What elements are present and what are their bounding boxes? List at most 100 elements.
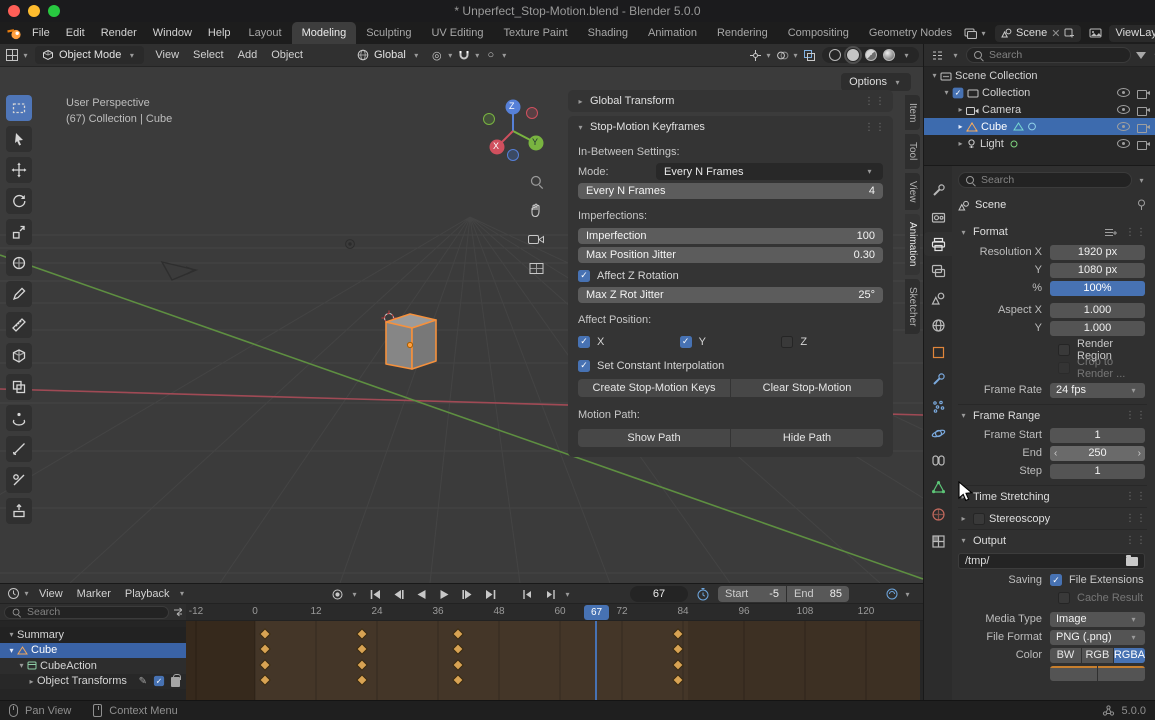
physics-properties-tab[interactable] [924, 421, 952, 445]
outliner-row-cube[interactable]: ▸ Cube [924, 118, 1155, 135]
xray-toggle-icon[interactable] [801, 47, 817, 63]
global-transform-header[interactable]: ▸ Global Transform ⋮⋮ [568, 90, 893, 112]
tool-properties-tab[interactable] [924, 178, 952, 202]
overlays-icon[interactable] [774, 47, 790, 63]
timeline-menu-playback[interactable]: Playback [118, 588, 177, 600]
max-z-rot-jitter-slider[interactable]: Max Z Rot Jitter 25° [578, 287, 883, 303]
mode-dropdown[interactable]: Object Mode ▾ [35, 46, 145, 64]
menu-edit[interactable]: Edit [58, 22, 93, 44]
channel-row-summary[interactable]: ▾ Summary [0, 627, 186, 643]
show-path-button[interactable]: Show Path [578, 429, 730, 447]
frame-rate-dropdown[interactable]: 24 fps ▾ [1050, 382, 1145, 398]
channel-row-cube-action[interactable]: ▾ CubeAction [0, 658, 186, 674]
snap-magnet-icon[interactable] [456, 47, 472, 63]
scene-properties-tab[interactable] [924, 286, 952, 310]
channel-row-object-transforms[interactable]: ▸ Object Transforms ✎ [0, 673, 186, 689]
outliner-row-collection[interactable]: ▾ Collection [924, 84, 1155, 101]
box-select-tool[interactable] [6, 95, 32, 121]
object-properties-tab[interactable] [924, 340, 952, 364]
workspace-tab-animation[interactable]: Animation [638, 22, 707, 44]
auto-keying-icon[interactable] [330, 587, 345, 602]
toggle-perspective-icon[interactable] [527, 259, 545, 277]
clear-stop-motion-button[interactable]: Clear Stop-Motion [731, 379, 883, 397]
expand-icon[interactable]: ▾ [941, 88, 952, 97]
lock-icon[interactable] [171, 674, 181, 688]
menu-window[interactable]: Window [145, 22, 200, 44]
spin-tool[interactable] [6, 405, 32, 431]
hide-path-button[interactable]: Hide Path [731, 429, 883, 447]
stop-motion-header[interactable]: ▾ Stop-Motion Keyframes ⋮⋮ [568, 116, 893, 138]
shading-rendered-icon[interactable] [883, 49, 895, 61]
output-panel-header[interactable]: ▾ Output ⋮⋮ [958, 529, 1147, 551]
timeline-ruler[interactable]: -12 0 12 24 36 48 60 72 84 96 108 120 [186, 604, 923, 621]
playback-sync-icon[interactable] [885, 587, 899, 604]
sidebar-tab-item[interactable]: Item [905, 95, 920, 131]
extrude-tool[interactable] [6, 498, 32, 524]
current-frame-badge[interactable]: 67 [584, 605, 609, 620]
particles-properties-tab[interactable] [924, 394, 952, 418]
hide-eye-icon[interactable] [1117, 88, 1130, 97]
workspace-tab-sculpting[interactable]: Sculpting [356, 22, 421, 44]
axis-x-checkbox[interactable] [578, 335, 590, 348]
pan-hand-icon[interactable] [527, 201, 545, 219]
workspace-tab-texture-paint[interactable]: Texture Paint [493, 22, 577, 44]
bisect-tool[interactable] [6, 467, 32, 493]
duplicate-tool[interactable] [6, 374, 32, 400]
material-properties-tab[interactable] [924, 502, 952, 526]
workspace-tab-rendering[interactable]: Rendering [707, 22, 778, 44]
outliner-row-light[interactable]: ▸ Light [924, 135, 1155, 152]
file-format-dropdown[interactable]: PNG (.png) ▾ [1050, 629, 1145, 645]
workspace-tab-compositing[interactable]: Compositing [778, 22, 859, 44]
presets-icon[interactable] [1104, 227, 1117, 238]
sidebar-tab-view[interactable]: View [905, 172, 920, 211]
menu-file[interactable]: File [24, 22, 58, 44]
output-path-field[interactable]: /tmp/ [958, 553, 1145, 569]
menu-help[interactable]: Help [200, 22, 239, 44]
panel-grip-icon[interactable]: ⋮⋮ [864, 122, 886, 133]
hide-eye-icon[interactable] [1117, 105, 1130, 114]
cache-result-checkbox[interactable] [1058, 592, 1070, 604]
sidebar-tab-sketcher[interactable]: Sketcher [905, 278, 920, 335]
menu-render[interactable]: Render [93, 22, 145, 44]
viewport-menu-view[interactable]: View [148, 49, 186, 61]
dope-sheet-tracks[interactable] [186, 621, 923, 701]
pivot-point-icon[interactable]: ◎ [429, 47, 445, 63]
expand-icon[interactable]: ▸ [955, 105, 966, 114]
object-data-properties-tab[interactable] [924, 475, 952, 499]
timeline-editor-icon[interactable] [5, 586, 21, 602]
viewport-menu-object[interactable]: Object [264, 49, 310, 61]
properties-search[interactable] [958, 172, 1132, 188]
editor-type-icon[interactable] [4, 47, 20, 63]
show-gizmo-icon[interactable] [747, 47, 763, 63]
axis-y-checkbox[interactable] [679, 335, 692, 348]
render-region-checkbox[interactable] [1058, 344, 1070, 356]
stereoscopy-checkbox[interactable] [973, 512, 985, 525]
rotate-tool[interactable] [6, 188, 32, 214]
view-layer-browse-icon[interactable] [1087, 25, 1103, 41]
unlink-scene-icon[interactable]: ✕ [1051, 27, 1060, 40]
max-position-jitter-slider[interactable]: Max Position Jitter 0.30 [578, 247, 883, 263]
aspect-x-field[interactable]: 1.000 [1050, 302, 1145, 318]
output-properties-tab[interactable] [924, 232, 952, 256]
render-visibility-icon[interactable] [1137, 88, 1150, 99]
render-properties-tab[interactable] [924, 205, 952, 229]
step-back-frame-icon[interactable] [520, 587, 535, 602]
crop-to-render-checkbox[interactable] [1058, 362, 1070, 374]
channel-row-cube[interactable]: ▾ Cube [0, 642, 186, 658]
transform-orientation-dropdown[interactable]: Global ▾ [350, 46, 429, 64]
axis-z-checkbox[interactable] [781, 335, 794, 348]
file-extensions-checkbox[interactable] [1050, 574, 1062, 586]
imperfection-slider[interactable]: Imperfection 100 [578, 228, 883, 244]
affect-z-rotation-checkbox[interactable] [578, 269, 590, 282]
channel-enabled-checkbox[interactable] [153, 676, 165, 687]
timeline-menu-marker[interactable]: Marker [70, 588, 118, 600]
panel-grip-icon[interactable]: ⋮⋮ [1125, 227, 1147, 238]
previous-keyframe-button[interactable] [391, 587, 406, 602]
resolution-percent-slider[interactable]: 100% [1050, 280, 1145, 296]
sidebar-tab-animation[interactable]: Animation [905, 214, 920, 275]
frame-step-field[interactable]: 1 [1050, 463, 1145, 479]
shading-material-icon[interactable] [865, 49, 877, 61]
media-type-dropdown[interactable]: Image ▾ [1050, 611, 1145, 627]
color-rgb-option[interactable]: RGB [1081, 647, 1113, 663]
jump-to-end-button[interactable] [483, 587, 498, 602]
